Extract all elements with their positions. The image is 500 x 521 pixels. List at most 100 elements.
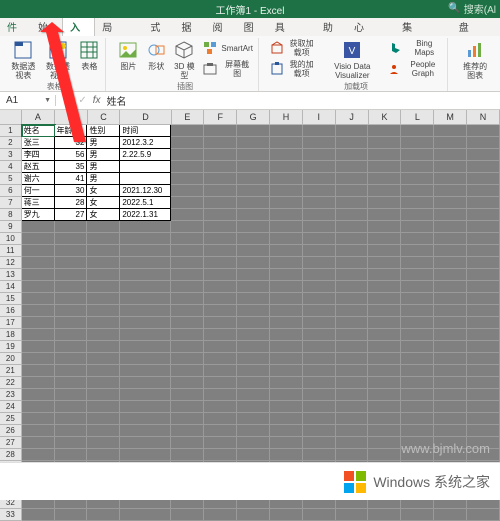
- cell[interactable]: [171, 209, 204, 221]
- cell[interactable]: [368, 449, 401, 461]
- cell[interactable]: [434, 401, 467, 413]
- fx-icon[interactable]: fx: [93, 95, 101, 106]
- cell[interactable]: 女: [87, 185, 120, 197]
- cell[interactable]: 谢六: [22, 173, 55, 185]
- cell[interactable]: [55, 449, 88, 461]
- cell[interactable]: [204, 389, 237, 401]
- cell[interactable]: [467, 209, 500, 221]
- cell[interactable]: [467, 173, 500, 185]
- cell[interactable]: [204, 449, 237, 461]
- cell[interactable]: [55, 425, 88, 437]
- cell[interactable]: [120, 389, 171, 401]
- cell[interactable]: 32: [55, 137, 88, 149]
- cell[interactable]: [22, 401, 55, 413]
- cell[interactable]: [237, 305, 270, 317]
- cell[interactable]: [270, 257, 303, 269]
- cell[interactable]: [303, 305, 336, 317]
- cell[interactable]: [434, 245, 467, 257]
- cell[interactable]: [237, 449, 270, 461]
- cell[interactable]: [467, 413, 500, 425]
- cell[interactable]: [336, 365, 369, 377]
- cell[interactable]: [171, 281, 204, 293]
- cell[interactable]: [87, 413, 120, 425]
- cell[interactable]: [401, 161, 434, 173]
- cell[interactable]: [87, 353, 120, 365]
- cell[interactable]: [467, 305, 500, 317]
- cell[interactable]: [467, 245, 500, 257]
- cell[interactable]: [336, 329, 369, 341]
- cell[interactable]: [270, 197, 303, 209]
- cell[interactable]: [401, 221, 434, 233]
- cell[interactable]: [237, 269, 270, 281]
- cell[interactable]: [204, 425, 237, 437]
- bing-maps-button[interactable]: Bing Maps: [386, 38, 443, 58]
- cell[interactable]: [303, 161, 336, 173]
- cell[interactable]: [171, 413, 204, 425]
- cell[interactable]: [237, 293, 270, 305]
- cell[interactable]: [120, 233, 171, 245]
- column-header[interactable]: E: [172, 110, 205, 125]
- cell[interactable]: [434, 425, 467, 437]
- cell[interactable]: [270, 137, 303, 149]
- cell[interactable]: [120, 173, 171, 185]
- cell[interactable]: [336, 257, 369, 269]
- cell[interactable]: [237, 245, 270, 257]
- cell[interactable]: [55, 269, 88, 281]
- cell[interactable]: [87, 245, 120, 257]
- cell[interactable]: [336, 281, 369, 293]
- cell[interactable]: [467, 365, 500, 377]
- cell[interactable]: [55, 509, 88, 521]
- cell[interactable]: [303, 509, 336, 521]
- cell[interactable]: [55, 257, 88, 269]
- cell[interactable]: [434, 209, 467, 221]
- cell[interactable]: [87, 377, 120, 389]
- cell[interactable]: [467, 425, 500, 437]
- cell[interactable]: [204, 137, 237, 149]
- cell[interactable]: [336, 389, 369, 401]
- cell[interactable]: [55, 389, 88, 401]
- row-header[interactable]: 16: [0, 305, 22, 317]
- cell[interactable]: [237, 401, 270, 413]
- row-header[interactable]: 7: [0, 197, 22, 209]
- cell[interactable]: [120, 257, 171, 269]
- visio-visualizer-button[interactable]: V Visio Data Visualizer: [322, 38, 382, 81]
- pictures-button[interactable]: 图片: [116, 38, 140, 72]
- cell[interactable]: [467, 401, 500, 413]
- cell[interactable]: [336, 305, 369, 317]
- cell[interactable]: [204, 197, 237, 209]
- cell[interactable]: [120, 317, 171, 329]
- cell[interactable]: [303, 245, 336, 257]
- row-header[interactable]: 28: [0, 449, 22, 461]
- confirm-icon[interactable]: ✓: [78, 95, 86, 106]
- cell[interactable]: [120, 245, 171, 257]
- cell[interactable]: [87, 389, 120, 401]
- cell[interactable]: 女: [87, 209, 120, 221]
- cell[interactable]: [22, 233, 55, 245]
- cell[interactable]: [237, 233, 270, 245]
- column-header[interactable]: K: [369, 110, 402, 125]
- cell[interactable]: [55, 245, 88, 257]
- cell[interactable]: [204, 209, 237, 221]
- shapes-button[interactable]: 形状: [144, 38, 168, 72]
- cell[interactable]: [171, 401, 204, 413]
- cell[interactable]: [303, 353, 336, 365]
- cell[interactable]: [270, 293, 303, 305]
- cell[interactable]: [336, 377, 369, 389]
- cell[interactable]: [434, 353, 467, 365]
- cell[interactable]: [87, 449, 120, 461]
- cell[interactable]: [120, 269, 171, 281]
- cell[interactable]: [204, 413, 237, 425]
- cell[interactable]: [336, 353, 369, 365]
- cell[interactable]: [22, 329, 55, 341]
- cell[interactable]: [120, 161, 171, 173]
- cell[interactable]: [204, 293, 237, 305]
- cell[interactable]: [467, 221, 500, 233]
- cell[interactable]: 2022.1.31: [120, 209, 171, 221]
- cell[interactable]: [237, 185, 270, 197]
- row-header[interactable]: 5: [0, 173, 22, 185]
- cell[interactable]: [87, 233, 120, 245]
- cell[interactable]: [303, 185, 336, 197]
- cell[interactable]: [87, 281, 120, 293]
- cell[interactable]: [87, 437, 120, 449]
- cell[interactable]: [270, 161, 303, 173]
